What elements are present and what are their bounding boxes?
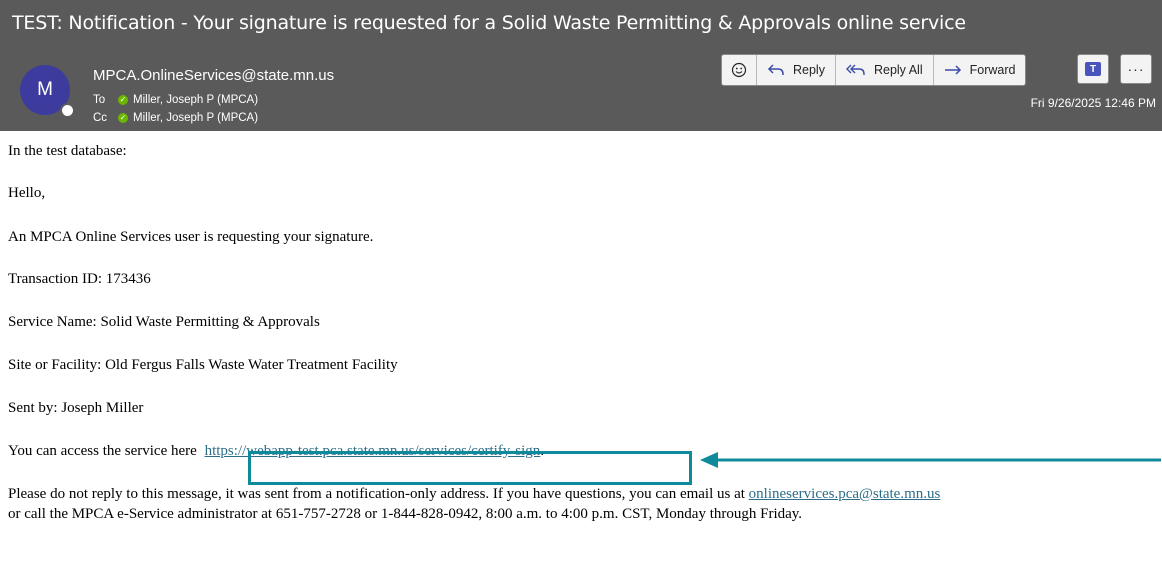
disclaimer-text: Please do not reply to this message, it … bbox=[8, 486, 749, 502]
more-icon: ··· bbox=[1127, 61, 1145, 77]
reply-all-button[interactable]: Reply All bbox=[836, 55, 934, 85]
cc-line: Cc ✓ Miller, Joseph P (MPCA) bbox=[93, 112, 258, 124]
sent-date: Fri 9/26/2025 12:46 PM bbox=[1030, 96, 1156, 110]
forward-arrow-icon bbox=[944, 65, 961, 75]
forward-button[interactable]: Forward bbox=[934, 55, 1026, 85]
teams-chat-button[interactable]: T bbox=[1077, 54, 1109, 84]
reply-all-icon bbox=[845, 64, 865, 75]
body-line-sent-by: Sent by: Joseph Miller bbox=[8, 400, 144, 416]
email-window: TEST: Notification - Your signature is r… bbox=[0, 0, 1162, 565]
link-highlight-box bbox=[248, 451, 692, 485]
body-line-intro: In the test database: bbox=[8, 143, 127, 159]
access-prefix: You can access the service here bbox=[8, 443, 197, 459]
email-subject: TEST: Notification - Your signature is r… bbox=[12, 12, 966, 34]
teams-icon: T bbox=[1085, 62, 1101, 76]
body-line-disclaimer: Please do not reply to this message, it … bbox=[8, 486, 940, 503]
body-line-greeting: Hello, bbox=[8, 185, 46, 201]
forward-label: Forward bbox=[969, 63, 1016, 77]
to-label: To bbox=[93, 94, 106, 106]
to-recipient[interactable]: Miller, Joseph P (MPCA) bbox=[133, 94, 258, 106]
available-status-icon: ✓ bbox=[118, 95, 128, 105]
emoji-reaction-button[interactable] bbox=[722, 55, 757, 85]
smiley-icon bbox=[731, 62, 747, 78]
callout-arrow-icon bbox=[700, 452, 1161, 468]
email-header: TEST: Notification - Your signature is r… bbox=[0, 0, 1162, 131]
body-line-transaction-id: Transaction ID: 173436 bbox=[8, 271, 151, 287]
avatar-initial: M bbox=[37, 79, 53, 100]
sender-address[interactable]: MPCA.OnlineServices@state.mn.us bbox=[93, 67, 334, 84]
reply-button[interactable]: Reply bbox=[757, 55, 836, 85]
support-email-link[interactable]: onlineservices.pca@state.mn.us bbox=[749, 486, 941, 502]
reply-all-label: Reply All bbox=[873, 63, 923, 77]
presence-icon bbox=[60, 103, 75, 118]
body-line-contact: or call the MPCA e-Service administrator… bbox=[8, 506, 803, 522]
reply-arrow-icon bbox=[767, 64, 784, 75]
to-line: To ✓ Miller, Joseph P (MPCA) bbox=[93, 94, 258, 106]
body-line-request: An MPCA Online Services user is requesti… bbox=[8, 229, 374, 245]
more-actions-button[interactable]: ··· bbox=[1120, 54, 1152, 84]
body-line-site: Site or Facility: Old Fergus Falls Waste… bbox=[8, 357, 398, 373]
cc-recipient[interactable]: Miller, Joseph P (MPCA) bbox=[133, 112, 258, 124]
message-actions-toolbar: Reply Reply All Forward bbox=[721, 54, 1027, 86]
cc-label: Cc bbox=[93, 112, 108, 124]
available-status-icon: ✓ bbox=[118, 113, 128, 123]
body-line-service-name: Service Name: Solid Waste Permitting & A… bbox=[8, 314, 320, 330]
reply-label: Reply bbox=[793, 63, 825, 77]
